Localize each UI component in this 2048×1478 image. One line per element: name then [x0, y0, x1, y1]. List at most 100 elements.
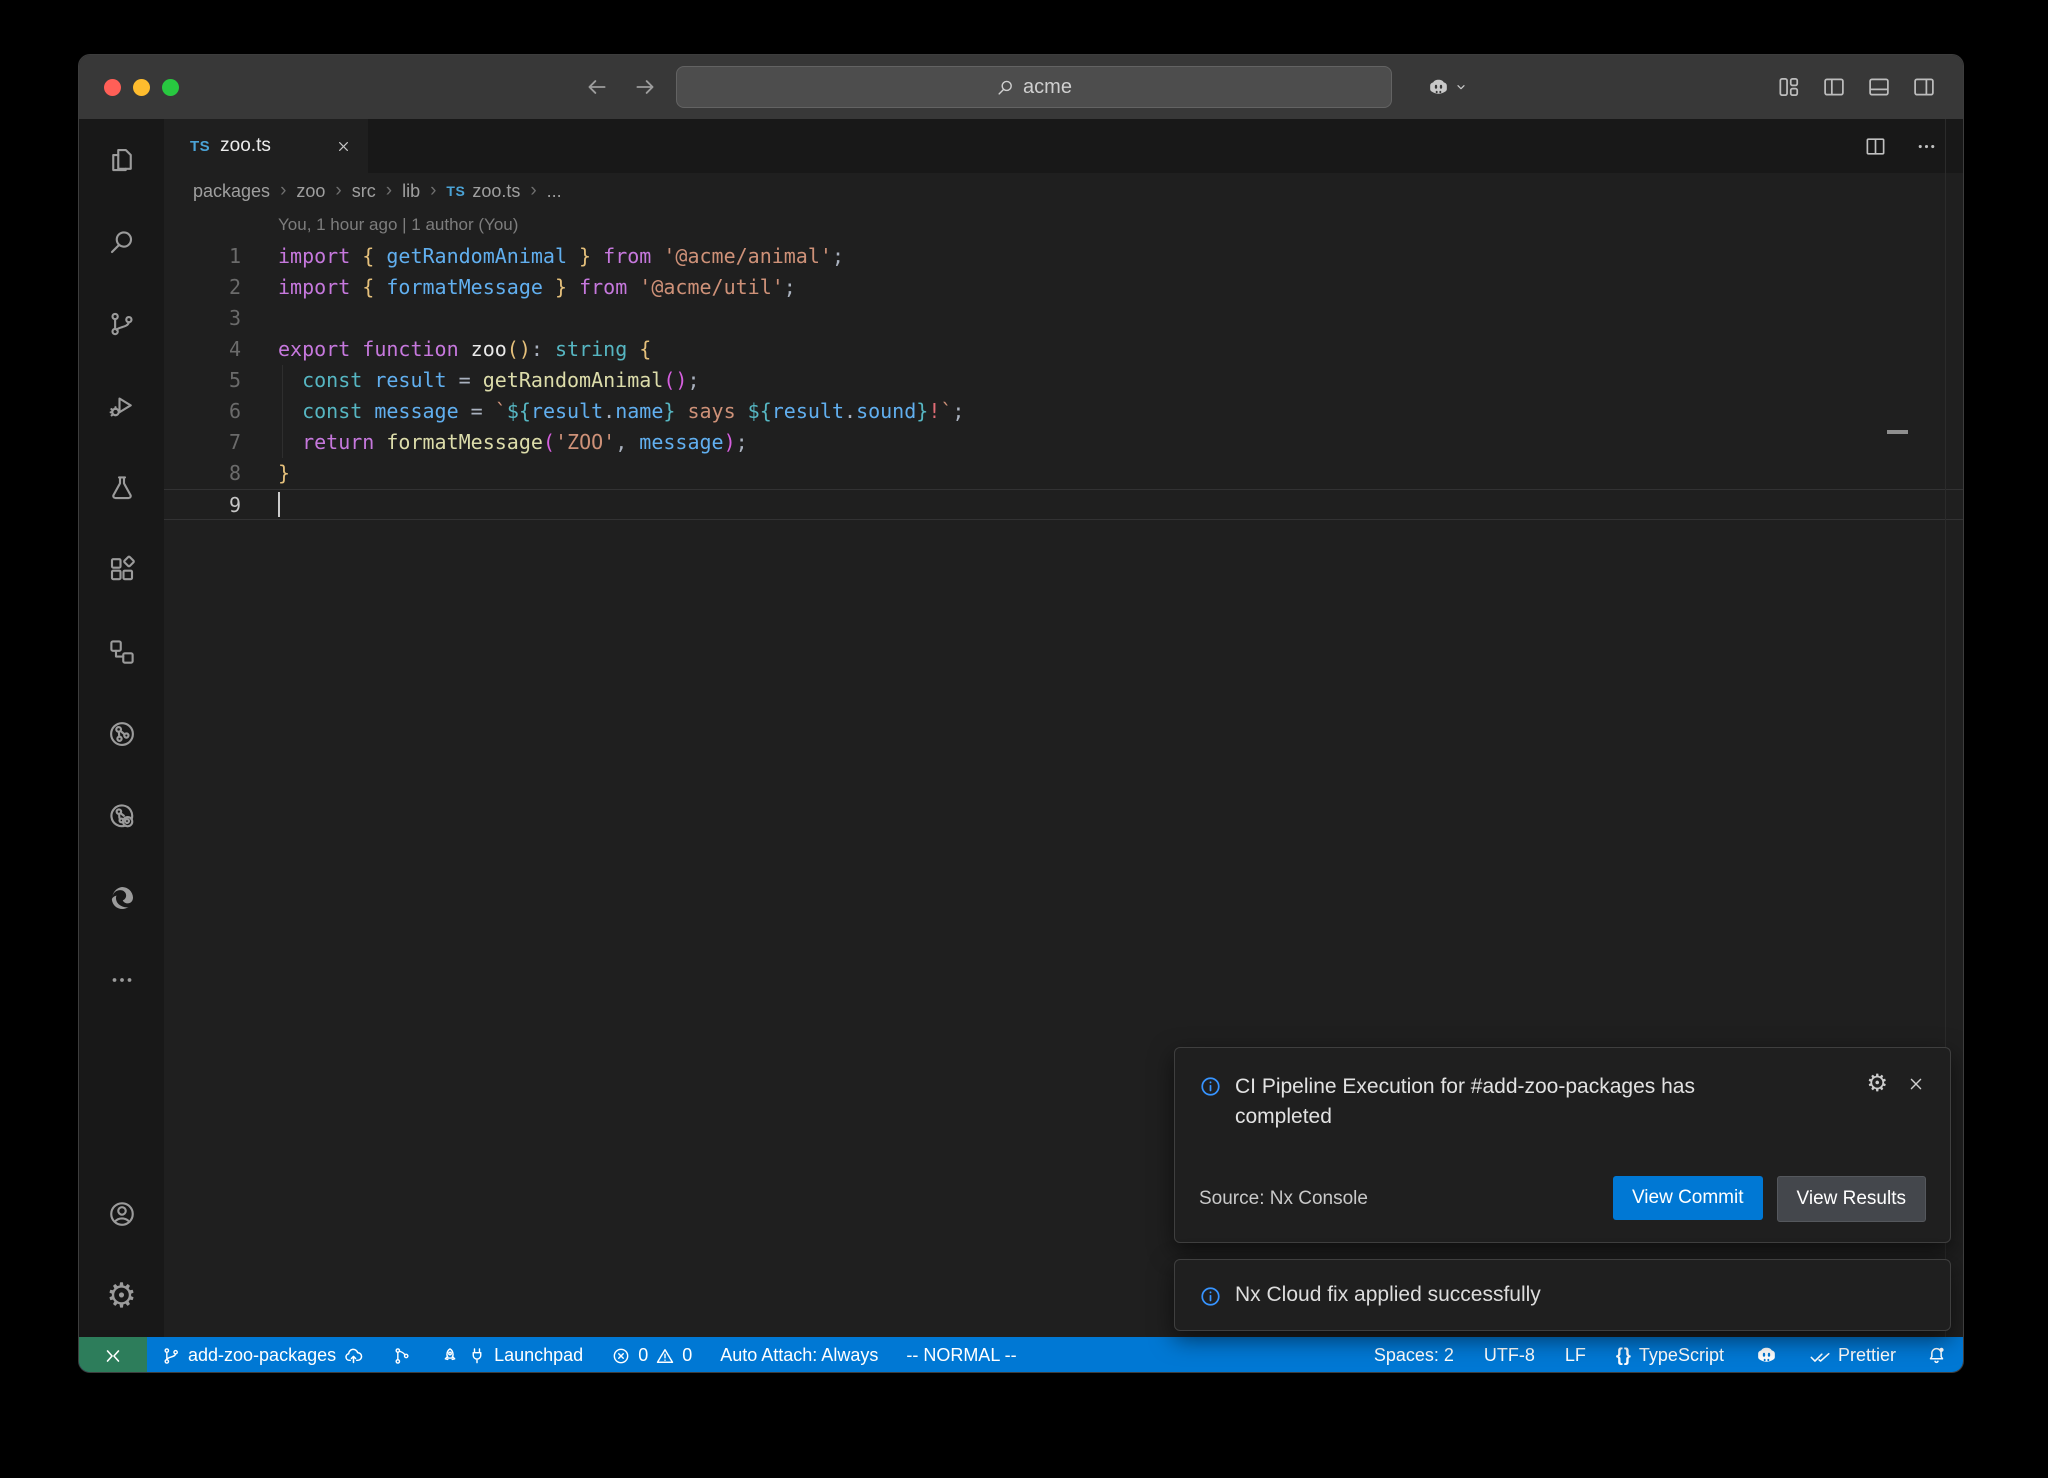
remote-icon [102, 1345, 124, 1367]
notification-nx-cloud-fix: Nx Cloud fix applied successfully [1174, 1259, 1951, 1331]
sidebar-item-testing[interactable] [79, 447, 164, 529]
status-label: TypeScript [1639, 1345, 1724, 1366]
git-branch-status[interactable]: add-zoo-packages [161, 1345, 364, 1366]
sidebar-item-extensions[interactable] [79, 529, 164, 611]
gear-icon: ⚙ [106, 1279, 136, 1313]
language-status[interactable]: {}TypeScript [1616, 1345, 1724, 1366]
back-arrow-icon[interactable] [584, 74, 610, 100]
split-editor-icon[interactable] [1863, 134, 1888, 159]
sidebar-item-more-views[interactable] [79, 939, 164, 1021]
line-number: 3 [164, 303, 241, 334]
notifications-bell[interactable] [1926, 1345, 1947, 1366]
view-commit-button[interactable]: View Commit [1613, 1176, 1763, 1220]
breadcrumb-item-packages[interactable]: packages [193, 181, 270, 202]
titlebar: acme [79, 55, 1963, 119]
status-label: add-zoo-packages [188, 1345, 336, 1366]
zoom-button[interactable] [162, 79, 179, 96]
sidebar-item-settings[interactable]: ⚙ [79, 1255, 164, 1337]
breadcrumb-label: lib [402, 181, 420, 202]
beaker-icon [107, 473, 137, 503]
close-icon[interactable] [335, 138, 352, 155]
code-line-4[interactable]: 4export function zoo(): string { [164, 334, 1963, 365]
source-control-icon [107, 309, 137, 339]
window-controls [104, 55, 179, 119]
close-button[interactable] [104, 79, 121, 96]
copilot-icon [1426, 75, 1451, 100]
toggle-sidebar-icon[interactable] [1821, 74, 1847, 100]
breadcrumb-item-lib[interactable]: lib [402, 181, 420, 202]
more-actions-icon[interactable] [1914, 134, 1939, 159]
sidebar-item-edge-browser[interactable] [79, 857, 164, 939]
line-content [241, 303, 278, 334]
problems-status[interactable]: 00 [611, 1345, 692, 1366]
toggle-panel-icon[interactable] [1866, 74, 1892, 100]
sidebar-item-nx-cloud[interactable] [79, 775, 164, 857]
code-line-7[interactable]: 7 return formatMessage('ZOO', message); [164, 427, 1963, 458]
info-icon [1199, 1285, 1222, 1308]
line-content: const message = `${result.name} says ${r… [241, 396, 964, 427]
line-number: 6 [164, 396, 241, 427]
cloud-upload-icon [343, 1345, 364, 1366]
copilot-status[interactable] [1754, 1343, 1779, 1368]
breadcrumb-item-src[interactable]: src [352, 181, 376, 202]
remote-indicator[interactable] [79, 1337, 147, 1373]
encoding-status[interactable]: UTF-8 [1484, 1345, 1535, 1366]
eol-status[interactable]: LF [1565, 1345, 1586, 1366]
code-line-5[interactable]: 5 const result = getRandomAnimal(); [164, 365, 1963, 396]
code-line-1[interactable]: 1import { getRandomAnimal } from '@acme/… [164, 241, 1963, 272]
git-branch-icon [161, 1346, 181, 1366]
git-graph-status[interactable] [392, 1346, 412, 1366]
code-line-8[interactable]: 8} [164, 458, 1963, 489]
prettier-status[interactable]: Prettier [1809, 1345, 1896, 1367]
hierarchy-icon [107, 637, 137, 667]
breadcrumb-separator: › [430, 180, 436, 202]
line-number: 5 [164, 365, 241, 396]
launchpad-status[interactable]: Launchpad [440, 1345, 583, 1366]
activity-bar-bottom: ⚙ [79, 1173, 164, 1337]
code-editor[interactable]: 1import { getRandomAnimal } from '@acme/… [164, 241, 1963, 520]
copilot-menu[interactable] [1426, 55, 1469, 119]
code-line-6[interactable]: 6 const message = `${result.name} says $… [164, 396, 1963, 427]
code-line-9[interactable]: 9 [164, 489, 1963, 520]
line-number: 9 [164, 490, 241, 519]
toggle-secondary-sidebar-icon[interactable] [1911, 74, 1937, 100]
sidebar-item-explorer[interactable] [79, 119, 164, 201]
line-content: export function zoo(): string { [241, 334, 651, 365]
vim-mode-status[interactable]: -- NORMAL -- [906, 1345, 1016, 1366]
minimize-button[interactable] [133, 79, 150, 96]
breadcrumb-item-zoo-ts[interactable]: TSzoo.ts [446, 181, 520, 202]
search-icon [996, 78, 1015, 97]
view-results-button[interactable]: View Results [1777, 1176, 1926, 1222]
sidebar-item-source-control[interactable] [79, 283, 164, 365]
status-label: LF [1565, 1345, 1586, 1366]
sidebar-item-hierarchy[interactable] [79, 611, 164, 693]
plug-icon [467, 1346, 487, 1366]
indentation-status[interactable]: Spaces: 2 [1374, 1345, 1454, 1366]
line-content: import { formatMessage } from '@acme/uti… [241, 272, 796, 303]
editor-actions [1863, 119, 1939, 173]
breadcrumb-item-zoo[interactable]: zoo [296, 181, 325, 202]
notification-settings-gear-icon[interactable]: ⚙ [1866, 1072, 1888, 1096]
text-cursor [278, 492, 280, 517]
sidebar-item-run-debug[interactable] [79, 365, 164, 447]
double-check-icon [1809, 1345, 1831, 1367]
breadcrumb-item--[interactable]: ... [547, 181, 562, 202]
sidebar-item-nx-console[interactable] [79, 693, 164, 775]
customize-layout-icon[interactable] [1776, 74, 1802, 100]
status-bar-right: Spaces: 2 UTF-8 LF {}TypeScript Prettier [1344, 1337, 1947, 1373]
code-line-2[interactable]: 2import { formatMessage } from '@acme/ut… [164, 272, 1963, 303]
code-line-3[interactable]: 3 [164, 303, 1963, 334]
tab-zoo-ts[interactable]: TS zoo.ts [164, 119, 368, 173]
line-number: 8 [164, 458, 241, 489]
sidebar-item-accounts[interactable] [79, 1173, 164, 1255]
status-label: Auto Attach: Always [720, 1345, 878, 1366]
ts-file-icon: TS [446, 183, 465, 199]
auto-attach-status[interactable]: Auto Attach: Always [720, 1345, 878, 1366]
command-center-search[interactable]: acme [676, 66, 1392, 108]
notification-source: Source: Nx Console [1199, 1188, 1368, 1210]
forward-arrow-icon[interactable] [632, 74, 658, 100]
notification-close-icon[interactable] [1906, 1074, 1926, 1094]
breadcrumb-separator: › [530, 180, 536, 202]
sidebar-item-search[interactable] [79, 201, 164, 283]
search-value: acme [1023, 76, 1072, 99]
